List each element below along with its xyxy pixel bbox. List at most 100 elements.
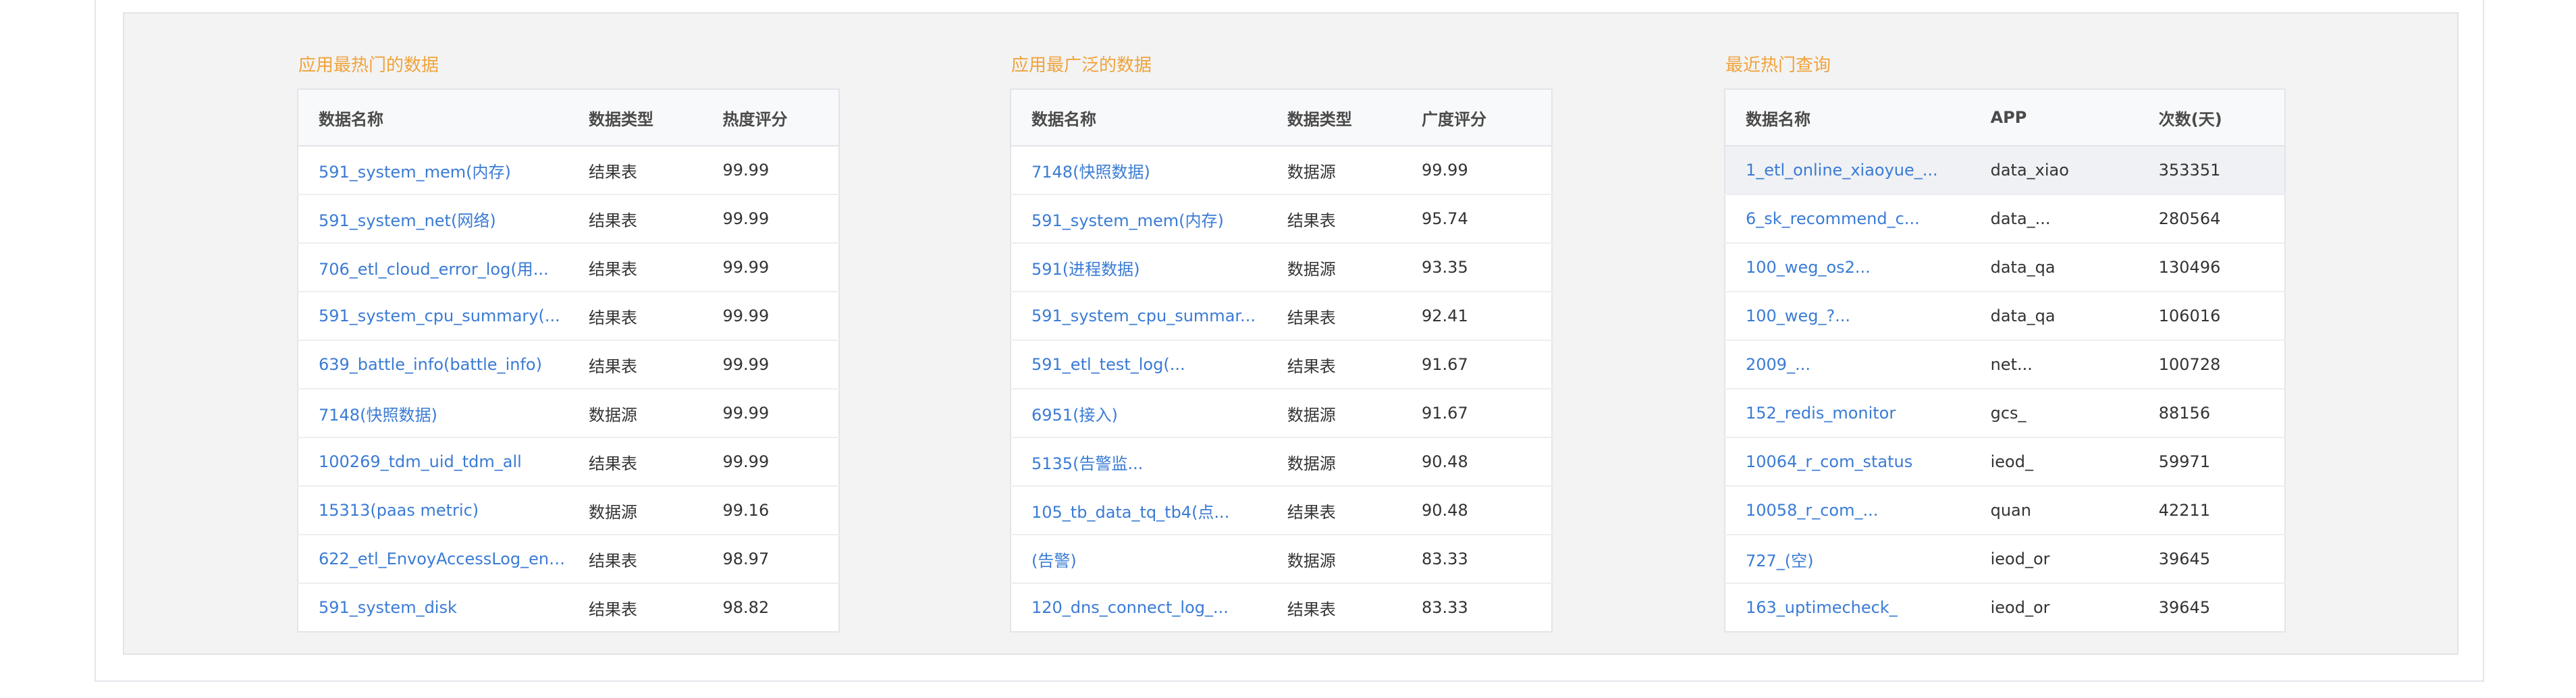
data-type-cell: 结果表 bbox=[568, 146, 703, 195]
count-cell: 100728 bbox=[2138, 340, 2285, 390]
data-name-link[interactable]: 706_etl_cloud_error_log(用... bbox=[319, 256, 568, 279]
data-name-link[interactable]: 591_system_cpu_summar... bbox=[1031, 306, 1267, 325]
table-row: 591_system_mem(内存) 结果表 99.99 bbox=[298, 146, 839, 195]
column-header-count: 次数(天) bbox=[2138, 89, 2285, 146]
table-row: 1_etl_online_xiaoyue_... data_xiao 353351 bbox=[1725, 146, 2285, 195]
data-name-link[interactable]: 591_system_mem(内存) bbox=[319, 159, 568, 182]
table-row: 591_system_mem(内存) 结果表 95.74 bbox=[1011, 194, 1552, 244]
table-row: 100_weg_?... data_qa 106016 bbox=[1725, 292, 2285, 341]
data-type-cell: 结果表 bbox=[1266, 486, 1402, 535]
data-type-cell: 结果表 bbox=[1266, 292, 1402, 341]
data-name-link[interactable]: 7148(快照数据) bbox=[319, 402, 568, 425]
data-name-link[interactable]: 105_tb_data_tq_tb4(点... bbox=[1031, 499, 1267, 522]
app-cell: data_... bbox=[1970, 194, 2139, 244]
data-type-cell: 数据源 bbox=[568, 486, 703, 535]
table-row: 727_(空) ieod_or 39645 bbox=[1725, 535, 2285, 584]
data-name-link[interactable]: 591_system_mem(内存) bbox=[1031, 207, 1267, 231]
data-name-link[interactable]: 152_redis_monitor bbox=[1746, 404, 1970, 423]
data-name-link[interactable]: 622_etl_EnvoyAccessLog_envoy... bbox=[319, 549, 568, 568]
score-cell: 99.99 bbox=[702, 146, 839, 195]
table-row: 591_system_disk 结果表 98.82 bbox=[298, 583, 839, 632]
score-cell: 99.99 bbox=[702, 194, 839, 244]
score-cell: 93.35 bbox=[1401, 243, 1552, 292]
data-name-link[interactable]: 591_system_cpu_summary(... bbox=[319, 306, 568, 325]
data-name-link[interactable]: 7148(快照数据) bbox=[1031, 159, 1267, 182]
data-name-link[interactable]: 727_(空) bbox=[1746, 547, 1970, 571]
data-name-link[interactable]: 591_system_disk bbox=[319, 598, 568, 617]
data-name-link[interactable]: 163_uptimecheck_ bbox=[1746, 598, 1970, 617]
data-name-link[interactable]: 591_system_net(网络) bbox=[319, 207, 568, 231]
data-name-link[interactable]: 10058_r_com_... bbox=[1746, 501, 1970, 520]
app-cell: data_xiao bbox=[1970, 146, 2139, 195]
data-type-cell: 结果表 bbox=[589, 599, 637, 619]
count-cell: 106016 bbox=[2138, 292, 2285, 341]
data-name-link[interactable]: 591(进程数据) bbox=[1031, 256, 1267, 279]
table-row: 6951(接入) 数据源 91.67 bbox=[1011, 389, 1552, 438]
table-row: (告警) 数据源 83.33 bbox=[1011, 535, 1552, 584]
data-type-cell: 结果表 bbox=[1287, 599, 1336, 619]
count-cell: 353351 bbox=[2138, 146, 2285, 195]
data-name-link[interactable]: 15313(paas metric) bbox=[319, 501, 568, 520]
table-row: 100269_tdm_uid_tdm_all 结果表 99.99 bbox=[298, 437, 839, 487]
score-cell: 99.16 bbox=[702, 486, 839, 535]
data-name-link[interactable]: 6951(接入) bbox=[1031, 402, 1267, 425]
app-cell: data_qa bbox=[1970, 292, 2139, 341]
data-name-link[interactable]: 2009_... bbox=[1746, 355, 1970, 374]
panel-widest-data: 应用最广泛的数据 数据名称 数据类型 广度评分 7148(快照数据) 数据源 99.… bbox=[1010, 52, 1553, 633]
data-name-link[interactable]: 1_etl_online_xiaoyue_... bbox=[1746, 161, 1970, 180]
table-row: 152_redis_monitor gcs_ 88156 bbox=[1725, 389, 2285, 438]
count-cell: 280564 bbox=[2138, 194, 2285, 244]
data-type-cell: 结果表 bbox=[1266, 194, 1402, 244]
table-row: 622_etl_EnvoyAccessLog_envoy... 结果表 98.97 bbox=[298, 535, 839, 584]
table-row: 163_uptimecheck_ ieod_or 39645 bbox=[1725, 583, 2285, 632]
count-cell: 59971 bbox=[2138, 437, 2285, 487]
score-cell: 99.99 bbox=[702, 292, 839, 341]
data-type-cell: 结果表 bbox=[568, 340, 703, 390]
data-name-link[interactable]: 120_dns_connect_log_... bbox=[1031, 598, 1267, 617]
score-cell: 99.99 bbox=[1401, 146, 1552, 195]
column-header-type: 数据类型 bbox=[568, 89, 703, 146]
table-row: 105_tb_data_tq_tb4(点... 结果表 90.48 bbox=[1011, 486, 1552, 535]
content-area: 应用最热门的数据 数据名称 数据类型 热度评分 591_system_mem(内… bbox=[123, 12, 2459, 655]
score-cell: 91.67 bbox=[1401, 389, 1552, 438]
data-type-cell: 数据源 bbox=[1266, 535, 1402, 584]
table-row: 5135(告警监... 数据源 90.48 bbox=[1011, 437, 1552, 487]
count-cell: 39645 bbox=[2138, 535, 2285, 584]
data-type-cell: 结果表 bbox=[568, 292, 703, 341]
recent-queries-table: 数据名称 APP 次数(天) 1_etl_online_xiaoyue_... d… bbox=[1724, 88, 2286, 633]
data-name-link[interactable]: 100269_tdm_uid_tdm_all bbox=[319, 452, 568, 471]
app-cell: quan bbox=[1970, 486, 2139, 535]
data-name-link[interactable]: 591_etl_test_log(... bbox=[1031, 355, 1267, 374]
data-type-cell: 结果表 bbox=[568, 437, 703, 487]
data-type-cell: 数据源 bbox=[1266, 389, 1402, 438]
data-name-link[interactable]: (告警) bbox=[1031, 547, 1267, 571]
app-cell: data_qa bbox=[1970, 243, 2139, 292]
table-row: 2009_... net... 100728 bbox=[1725, 340, 2285, 390]
table-header-row: 数据名称 APP 次数(天) bbox=[1725, 89, 2285, 146]
app-cell: ieod_or bbox=[1970, 535, 2139, 584]
table-row: 7148(快照数据) 数据源 99.99 bbox=[1011, 146, 1552, 195]
table-row: 10064_r_com_status ieod_ 59971 bbox=[1725, 437, 2285, 487]
data-name-link[interactable]: 10064_r_com_status bbox=[1746, 452, 1970, 471]
app-cell: ieod_ bbox=[1970, 437, 2139, 487]
score-cell: 90.48 bbox=[1401, 437, 1552, 487]
column-header-score: 广度评分 bbox=[1401, 89, 1552, 146]
data-type-cell: 结果表 bbox=[568, 243, 703, 292]
table-row: 10058_r_com_... quan 42211 bbox=[1725, 486, 2285, 535]
score-cell: 83.33 bbox=[1401, 535, 1552, 584]
data-type-cell: 数据源 bbox=[1266, 243, 1402, 292]
data-name-link[interactable]: 639_battle_info(battle_info) bbox=[319, 355, 568, 374]
data-name-link[interactable]: 5135(告警监... bbox=[1031, 450, 1267, 474]
count-cell: 130496 bbox=[2138, 243, 2285, 292]
data-type-cell: 结果表 bbox=[1266, 340, 1402, 390]
data-name-link[interactable]: 6_sk_recommend_c... bbox=[1746, 209, 1970, 228]
column-header-score: 热度评分 bbox=[702, 89, 839, 146]
score-cell: 95.74 bbox=[1401, 194, 1552, 244]
data-name-link[interactable]: 100_weg_?... bbox=[1746, 306, 1970, 325]
data-name-link[interactable]: 100_weg_os2... bbox=[1746, 258, 1970, 277]
score-cell: 92.41 bbox=[1401, 292, 1552, 341]
table-row: 706_etl_cloud_error_log(用... 结果表 99.99 bbox=[298, 243, 839, 292]
score-cell: 99.99 bbox=[702, 340, 839, 390]
column-header-name: 数据名称 bbox=[298, 89, 568, 146]
table-row: 15313(paas metric) 数据源 99.16 bbox=[298, 486, 839, 535]
